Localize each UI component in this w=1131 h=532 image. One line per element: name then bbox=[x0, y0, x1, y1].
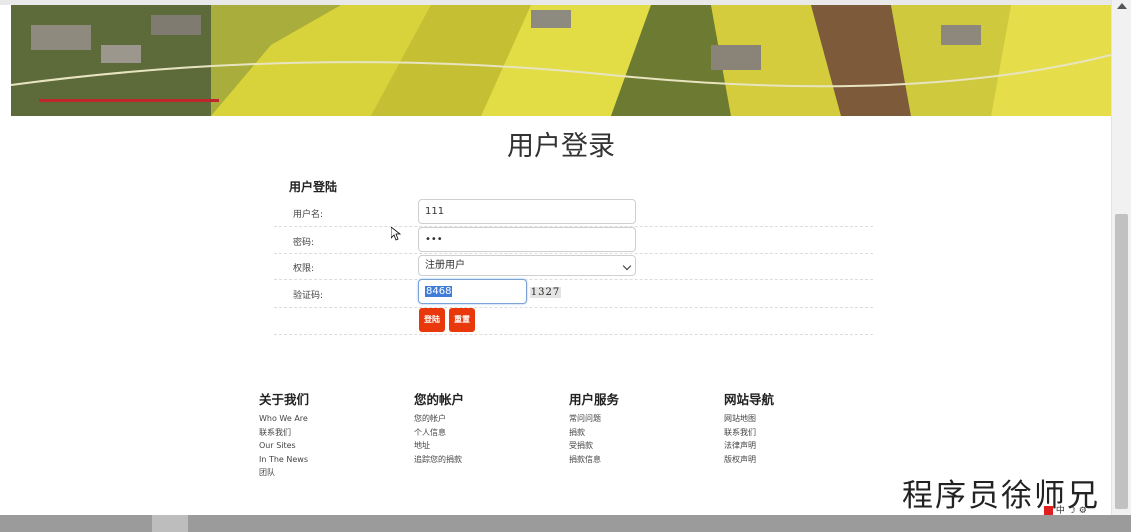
footer-col-sitenav: 网站导航 网站地图 联系我们 法律声明 版权声明 bbox=[724, 389, 774, 466]
system-tray: 中 ☽ ⚙ bbox=[1044, 503, 1087, 516]
password-value: ••• bbox=[425, 234, 443, 245]
footer-link[interactable]: 个人信息 bbox=[414, 426, 464, 440]
footer-col-title: 用户服务 bbox=[569, 392, 620, 407]
chevron-down-icon bbox=[622, 261, 632, 271]
footer-link[interactable]: Who We Are bbox=[259, 412, 309, 426]
role-selected-value: 注册用户 bbox=[425, 260, 465, 271]
footer-link[interactable]: 网站地图 bbox=[724, 412, 774, 426]
captcha-input[interactable]: 8468 bbox=[418, 279, 527, 304]
captcha-label: 验证码: bbox=[293, 291, 324, 301]
footer-link[interactable]: 团队 bbox=[259, 466, 309, 480]
password-label: 密码: bbox=[293, 238, 315, 248]
username-input[interactable]: 111 bbox=[418, 199, 636, 224]
username-label: 用户名: bbox=[293, 210, 324, 220]
horizontal-scrollbar-thumb[interactable] bbox=[152, 515, 188, 532]
footer-col-title: 网站导航 bbox=[724, 392, 775, 407]
header-banner-image bbox=[11, 5, 1111, 116]
role-row: 权限: 注册用户 bbox=[274, 253, 873, 280]
captcha-image[interactable]: 1327 bbox=[530, 287, 561, 298]
footer-link[interactable]: 版权声明 bbox=[724, 453, 774, 467]
horizontal-scrollbar[interactable] bbox=[0, 515, 1131, 532]
role-label: 权限: bbox=[293, 264, 315, 274]
footer-link[interactable]: Our Sites bbox=[259, 439, 309, 453]
footer-col-title: 关于我们 bbox=[259, 392, 310, 407]
ime-icon[interactable]: 中 bbox=[1056, 506, 1065, 516]
vertical-scrollbar[interactable] bbox=[1111, 0, 1131, 515]
buttons-row: 登陆 重置 bbox=[274, 307, 873, 335]
footer-link[interactable]: 联系我们 bbox=[724, 426, 774, 440]
footer-col-title: 您的帐户 bbox=[414, 392, 465, 407]
page-title: 用户登录 bbox=[507, 131, 615, 162]
footer-col-account: 您的帐户 您的帐户 个人信息 地址 追踪您的捐款 bbox=[414, 389, 464, 466]
reset-button[interactable]: 重置 bbox=[449, 308, 475, 332]
footer-link[interactable]: 联系我们 bbox=[259, 426, 309, 440]
footer-link[interactable]: 追踪您的捐款 bbox=[414, 453, 464, 467]
password-row: 密码: ••• bbox=[274, 226, 873, 254]
mouse-cursor-icon bbox=[391, 227, 401, 241]
footer-col-about: 关于我们 Who We Are 联系我们 Our Sites In The Ne… bbox=[259, 389, 309, 480]
username-row: 用户名: 111 bbox=[274, 198, 873, 227]
captcha-row: 验证码: 8468 1327 bbox=[274, 279, 873, 308]
footer-link[interactable]: 常问问题 bbox=[569, 412, 619, 426]
app-icon[interactable] bbox=[1044, 506, 1053, 515]
footer-link[interactable]: 法律声明 bbox=[724, 439, 774, 453]
settings-icon[interactable]: ⚙ bbox=[1079, 506, 1087, 516]
role-select[interactable]: 注册用户 bbox=[418, 255, 636, 276]
scrollbar-thumb[interactable] bbox=[1115, 214, 1128, 509]
moon-icon[interactable]: ☽ bbox=[1068, 506, 1076, 516]
password-input[interactable]: ••• bbox=[418, 227, 636, 252]
footer-link[interactable]: 捐款信息 bbox=[569, 453, 619, 467]
footer-link[interactable]: 地址 bbox=[414, 439, 464, 453]
footer-col-services: 用户服务 常问问题 捐款 受捐款 捐款信息 bbox=[569, 389, 619, 466]
login-button[interactable]: 登陆 bbox=[419, 308, 445, 332]
username-value: 111 bbox=[425, 206, 445, 217]
footer-link[interactable]: 您的帐户 bbox=[414, 412, 464, 426]
footer-link[interactable]: In The News bbox=[259, 453, 309, 467]
footer-link[interactable]: 捐款 bbox=[569, 426, 619, 440]
scroll-up-arrow-icon[interactable] bbox=[1117, 3, 1127, 9]
captcha-value: 8468 bbox=[425, 286, 453, 297]
banner-accent-line bbox=[39, 99, 219, 102]
footer-link[interactable]: 受捐款 bbox=[569, 439, 619, 453]
login-form-heading: 用户登陆 bbox=[289, 180, 338, 194]
